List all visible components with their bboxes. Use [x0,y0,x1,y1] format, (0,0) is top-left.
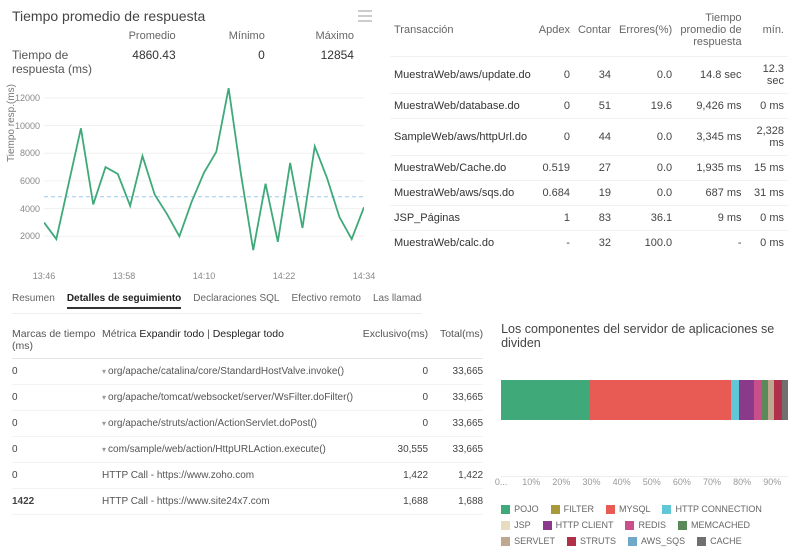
response-time-panel: Tiempo promedio de respuesta Promedio Mí… [12,8,372,279]
table-row[interactable]: MuestraWeb/aws/update.do0340.014.8 sec12… [390,57,788,94]
transactions-table: Transacción Apdex Contar Errores(%) Tiem… [390,8,788,279]
tab-sql[interactable]: Declaraciones SQL [193,293,279,309]
legend-item[interactable]: FILTER [551,504,594,514]
legend-item[interactable]: JSP [501,520,531,530]
segment-mysql[interactable] [590,380,731,420]
tabs: Resumen Detalles de seguimiento Declarac… [12,293,422,314]
segment-cache[interactable] [782,380,788,420]
tab-llamadas[interactable]: Las llamadas a métodos de menos de 10 ms… [373,293,422,309]
th-avg[interactable]: Tiempo promedio de respuesta [676,8,745,57]
legend-item[interactable]: HTTP CONNECTION [662,504,761,514]
trace-row[interactable]: 1422HTTP Call - https://www.site24x7.com… [12,489,483,515]
segment-http client[interactable] [739,380,753,420]
component-split-panel: Los componentes del servidor de aplicaci… [501,322,788,546]
tab-detalles[interactable]: Detalles de seguimiento [67,293,181,309]
th-name[interactable]: Transacción [390,8,535,57]
legend-item[interactable]: MYSQL [606,504,651,514]
legend-item[interactable]: SERVLET [501,536,555,546]
segment-redis[interactable] [754,380,763,420]
split-title: Los componentes del servidor de aplicaci… [501,322,788,350]
table-row[interactable]: JSP_Páginas18336.19 ms0 ms [390,206,788,231]
table-row[interactable]: MuestraWeb/aws/sqs.do0.684190.0687 ms31 … [390,181,788,206]
trace-row[interactable]: 0org/apache/struts/action/ActionServlet.… [12,411,483,437]
table-row[interactable]: MuestraWeb/calc.do-32100.0-0 ms [390,231,788,256]
avg-header: Promedio [105,30,194,42]
th-exclusive: Exclusivo(ms) [353,328,428,352]
response-time-chart[interactable]: Tiempo resp.(ms) 20004000600080001000012… [12,84,372,279]
tab-remoto[interactable]: Efectivo remoto [291,293,360,309]
stat-max: 12854 [283,48,372,76]
table-row[interactable]: SampleWeb/aws/httpUrl.do0440.03,345 ms2,… [390,119,788,156]
th-metric: Métrica Expandir todo | Desplegar todo [102,328,353,352]
segment-pojo[interactable] [501,380,590,420]
min-header: Mínimo [194,30,283,42]
trace-row[interactable]: 0org/apache/tomcat/websocket/server/WsFi… [12,385,483,411]
max-header: Máximo [283,30,372,42]
legend-item[interactable]: HTTP CLIENT [543,520,614,530]
legend-item[interactable]: POJO [501,504,539,514]
th-total: Total(ms) [428,328,483,352]
legend-item[interactable]: MEMCACHED [678,520,750,530]
legend-item[interactable]: CACHE [697,536,742,546]
th-timestamp: Marcas de tiempo (ms) [12,328,102,352]
segment-http connection[interactable] [731,380,740,420]
trace-table: Marcas de tiempo (ms) Métrica Expandir t… [12,322,483,546]
stat-avg: 4860.43 [105,48,194,76]
tab-resumen[interactable]: Resumen [12,293,55,309]
th-min[interactable]: mín. [746,8,788,57]
th-apdex[interactable]: Apdex [535,8,574,57]
legend-item[interactable]: STRUTS [567,536,616,546]
stat-min: 0 [194,48,283,76]
expand-all[interactable]: Expandir todo [139,328,204,340]
legend-item[interactable]: REDIS [625,520,666,530]
stat-row-label: Tiempo de respuesta (ms) [12,48,105,76]
stacked-bar-chart[interactable] [501,380,788,420]
collapse-all[interactable]: Desplegar todo [213,328,284,340]
menu-icon[interactable] [358,10,372,22]
th-errors[interactable]: Errores(%) [615,8,676,57]
legend-item[interactable]: AWS_SQS [628,536,685,546]
trace-row[interactable]: 0org/apache/catalina/core/StandardHostVa… [12,359,483,385]
trace-row[interactable]: 0com/sample/web/action/HttpURLAction.exe… [12,437,483,463]
th-count[interactable]: Contar [574,8,615,57]
table-row[interactable]: MuestraWeb/Cache.do0.519270.01,935 ms15 … [390,156,788,181]
trace-row[interactable]: 0HTTP Call - https://www.zoho.com1,4221,… [12,463,483,489]
segment-struts[interactable] [774,380,783,420]
legend: POJO FILTER MYSQL HTTP CONNECTION JSP HTTP CL… [501,504,788,546]
panel-title: Tiempo promedio de respuesta [12,8,205,24]
table-row[interactable]: MuestraWeb/database.do05119.69,426 ms0 m… [390,94,788,119]
